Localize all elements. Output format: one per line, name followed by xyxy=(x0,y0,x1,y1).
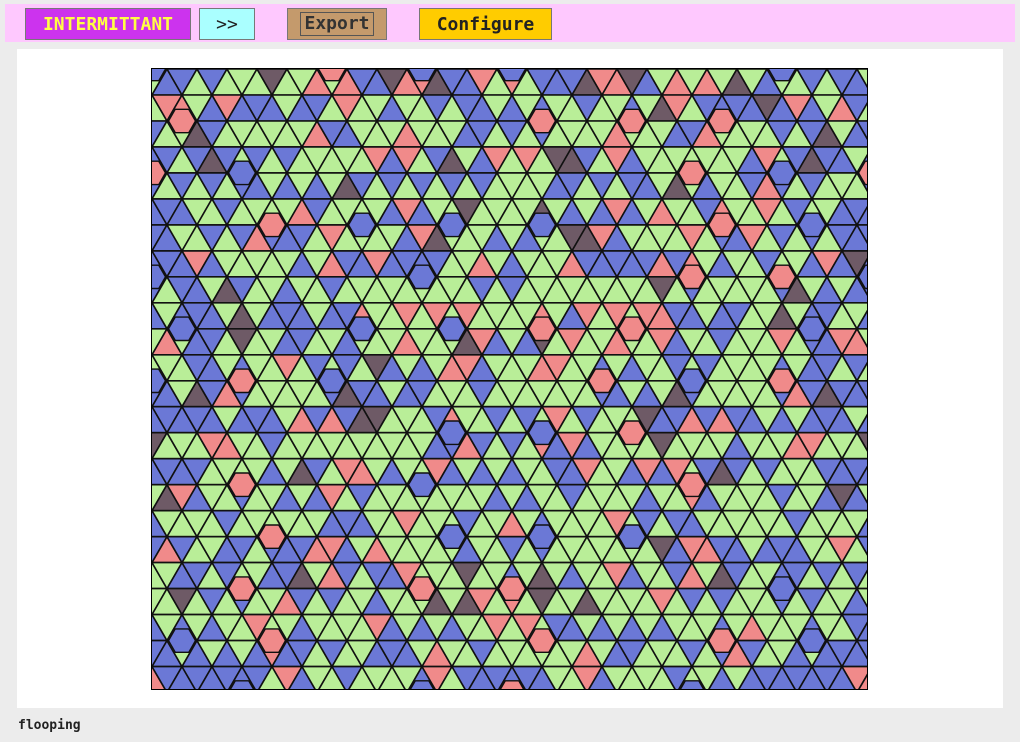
mode-button[interactable]: INTERMITTANT xyxy=(25,8,191,40)
hex-tile xyxy=(317,368,347,394)
hex-tile xyxy=(407,472,437,498)
hex-tile xyxy=(227,160,257,186)
hex-tile xyxy=(767,576,797,601)
hex-tile xyxy=(797,316,827,342)
configure-button[interactable]: Configure xyxy=(419,8,552,40)
hex-tile xyxy=(527,108,557,134)
hex-tile xyxy=(407,264,437,290)
hex-tile xyxy=(797,628,827,653)
hex-tile xyxy=(347,316,377,342)
hex-tile xyxy=(527,316,557,342)
hex-tile xyxy=(527,524,557,549)
hex-tile xyxy=(617,316,647,342)
hex-tile xyxy=(617,524,647,549)
hex-tile xyxy=(767,264,797,290)
hex-tile xyxy=(227,576,257,601)
hex-tile xyxy=(167,628,197,653)
hex-tile xyxy=(797,212,827,238)
hex-tile xyxy=(437,524,467,549)
hex-tile xyxy=(677,264,707,290)
hex-tile xyxy=(767,368,797,394)
hex-tile xyxy=(677,368,707,394)
hex-tile xyxy=(527,212,557,238)
hex-tile xyxy=(707,108,737,134)
hex-tile xyxy=(257,212,287,238)
hex-tile xyxy=(527,628,557,653)
hex-tile xyxy=(767,160,797,186)
hex-tile xyxy=(257,524,287,549)
hex-tile xyxy=(617,108,647,134)
hex-tile xyxy=(437,420,467,446)
hex-tile xyxy=(497,576,527,601)
hex-tile xyxy=(677,160,707,186)
hex-tile xyxy=(347,212,377,238)
toolbar: INTERMITTANT >> Export Configure xyxy=(5,4,1015,42)
hex-tile xyxy=(617,420,647,446)
hex-tile xyxy=(437,212,467,238)
next-button[interactable]: >> xyxy=(199,8,255,40)
tiling-canvas[interactable] xyxy=(151,68,868,690)
hex-tile xyxy=(677,472,707,498)
hex-tile xyxy=(227,472,257,498)
hex-tile xyxy=(167,108,197,134)
hex-tile xyxy=(437,316,467,342)
export-button-label: Export xyxy=(300,12,374,36)
hex-tile xyxy=(227,368,257,394)
tiling-graphic xyxy=(152,69,867,689)
hex-tile xyxy=(587,368,617,394)
hex-tile xyxy=(167,316,197,342)
status-text: flooping xyxy=(18,718,81,733)
hex-tile xyxy=(257,628,287,653)
export-button[interactable]: Export xyxy=(287,8,387,40)
hex-tile xyxy=(527,420,557,446)
canvas-panel xyxy=(17,49,1003,708)
hex-tile xyxy=(407,576,437,601)
hex-tile xyxy=(707,212,737,238)
hex-tile xyxy=(707,628,737,653)
